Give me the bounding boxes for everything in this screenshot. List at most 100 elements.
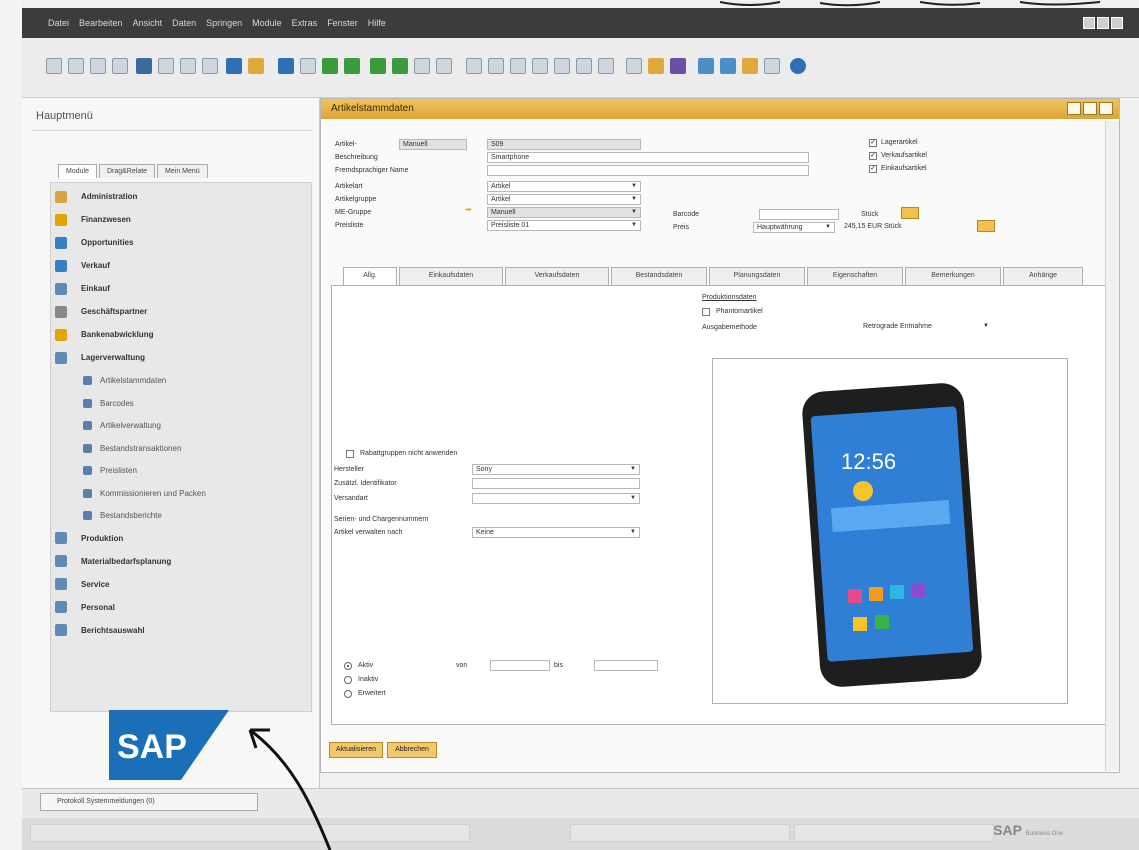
no-discount-checkbox[interactable] [346, 450, 354, 458]
module-item[interactable]: Einkauf [51, 277, 313, 300]
system-messages-tab[interactable]: Protokoll Systemmeldungen (0) [40, 793, 258, 811]
price-button[interactable] [977, 220, 995, 232]
close-icon[interactable] [1111, 17, 1123, 29]
vertical-scrollbar[interactable] [1105, 121, 1119, 771]
item-type-select[interactable]: Artikel [487, 181, 641, 192]
last-record-icon[interactable] [392, 58, 408, 74]
print-preview-icon[interactable] [90, 58, 106, 74]
inventory-item-checkbox[interactable] [869, 139, 877, 147]
tab-my-menu[interactable]: Mein Menü [157, 164, 208, 178]
calculator-icon[interactable] [742, 58, 758, 74]
journal-icon[interactable] [510, 58, 526, 74]
additional-id-field[interactable] [472, 478, 640, 489]
previous-record-icon[interactable] [344, 58, 360, 74]
find-icon[interactable] [278, 58, 294, 74]
menu-modules[interactable]: Module [252, 18, 282, 28]
minimize-icon[interactable] [1083, 17, 1095, 29]
form-settings-icon[interactable] [648, 58, 664, 74]
module-item[interactable]: Finanzwesen [51, 208, 313, 231]
tab-remarks[interactable]: Bemerkungen [905, 267, 1001, 285]
submenu-item[interactable]: Kommissionieren und Packen [51, 482, 313, 505]
issue-method-select[interactable]: Retrograde Entnahme [860, 322, 992, 333]
menu-data[interactable]: Daten [172, 18, 196, 28]
tab-inventory-data[interactable]: Bestandsdaten [611, 267, 707, 285]
shipping-type-select[interactable] [472, 493, 640, 504]
calendar-icon[interactable] [698, 58, 714, 74]
sort-icon[interactable] [436, 58, 452, 74]
cancel-button[interactable]: Abbrechen [387, 742, 437, 758]
module-item[interactable]: Service [51, 573, 313, 596]
active-from-field[interactable] [490, 660, 550, 671]
module-item[interactable]: Verkauf [51, 254, 313, 277]
tab-sales-data[interactable]: Verkaufsdaten [505, 267, 609, 285]
module-item[interactable]: Bankenabwicklung [51, 323, 313, 346]
item-no-field[interactable]: S09 [487, 139, 641, 150]
close-icon[interactable] [1099, 102, 1113, 115]
maximize-icon[interactable] [1083, 102, 1097, 115]
foreign-name-field[interactable] [487, 165, 809, 176]
item-group-select[interactable]: Artikel [487, 194, 641, 205]
base-document-icon[interactable] [466, 58, 482, 74]
numbering-series-select[interactable]: Manuell [399, 139, 467, 150]
tab-general[interactable]: Allg. [343, 267, 397, 286]
minimize-icon[interactable] [1067, 102, 1081, 115]
menu-goto[interactable]: Springen [206, 18, 242, 28]
word-icon[interactable] [180, 58, 196, 74]
menu-tools[interactable]: Extras [292, 18, 318, 28]
link-arrow-icon[interactable]: ➡ [465, 205, 472, 214]
print-icon[interactable] [68, 58, 84, 74]
first-record-icon[interactable] [322, 58, 338, 74]
status-inactive-radio[interactable] [344, 676, 352, 684]
module-item[interactable]: Opportunities [51, 231, 313, 254]
transaction-icon[interactable] [598, 58, 614, 74]
module-item[interactable]: Personal [51, 596, 313, 619]
pdf-icon[interactable] [202, 58, 218, 74]
arrow-up-icon[interactable] [226, 58, 242, 74]
price-list-select[interactable]: Preisliste 01 [487, 220, 641, 231]
module-item[interactable]: Lagerverwaltung [51, 346, 313, 369]
module-item[interactable]: Geschäftspartner [51, 300, 313, 323]
menu-help[interactable]: Hilfe [368, 18, 386, 28]
messages-icon[interactable] [720, 58, 736, 74]
submenu-item[interactable]: Artikelverwaltung [51, 414, 313, 437]
module-item[interactable]: Administration [51, 185, 313, 208]
submenu-item[interactable]: Bestandstransaktionen [51, 437, 313, 460]
lock-icon[interactable] [764, 58, 780, 74]
module-item[interactable]: Materialbedarfsplanung [51, 550, 313, 573]
manufacturer-select[interactable]: Sony [472, 464, 640, 475]
menu-file[interactable]: Datei [48, 18, 69, 28]
module-item[interactable]: Produktion [51, 527, 313, 550]
excel-icon[interactable] [158, 58, 174, 74]
barcode-field[interactable] [759, 209, 839, 220]
settings-icon[interactable] [626, 58, 642, 74]
description-field[interactable]: Smartphone [487, 152, 809, 163]
tab-attachments[interactable]: Anhänge [1003, 267, 1083, 285]
volume-icon[interactable] [576, 58, 592, 74]
purchase-item-checkbox[interactable] [869, 165, 877, 173]
next-record-icon[interactable] [370, 58, 386, 74]
target-document-icon[interactable] [488, 58, 504, 74]
item-picture-frame[interactable]: 12:56 [712, 358, 1068, 704]
export-icon[interactable] [112, 58, 128, 74]
payment-icon[interactable] [532, 58, 548, 74]
price-currency-select[interactable]: Hauptwährung [753, 222, 835, 233]
uom-group-select[interactable]: Manuell [487, 207, 641, 218]
tab-planning-data[interactable]: Planungsdaten [709, 267, 805, 285]
active-to-field[interactable] [594, 660, 658, 671]
submenu-item[interactable]: Artikelstammdaten [51, 369, 313, 392]
tab-drag-relate[interactable]: Drag&Relate [98, 164, 156, 178]
submenu-item[interactable]: Bestandsberichte [51, 504, 313, 527]
menu-view[interactable]: Ansicht [133, 18, 163, 28]
restore-icon[interactable] [1097, 17, 1109, 29]
module-item[interactable]: Berichtsauswahl [51, 619, 313, 642]
menu-window[interactable]: Fenster [327, 18, 358, 28]
email-icon[interactable] [136, 58, 152, 74]
price-value[interactable]: 245,15 EUR Stück [841, 222, 951, 233]
query-icon[interactable] [670, 58, 686, 74]
help-icon[interactable] [790, 58, 806, 74]
filter-icon[interactable] [414, 58, 430, 74]
barcode-button[interactable] [901, 207, 919, 219]
tab-properties[interactable]: Eigenschaften [807, 267, 903, 285]
gross-profit-icon[interactable] [554, 58, 570, 74]
add-icon[interactable] [300, 58, 316, 74]
